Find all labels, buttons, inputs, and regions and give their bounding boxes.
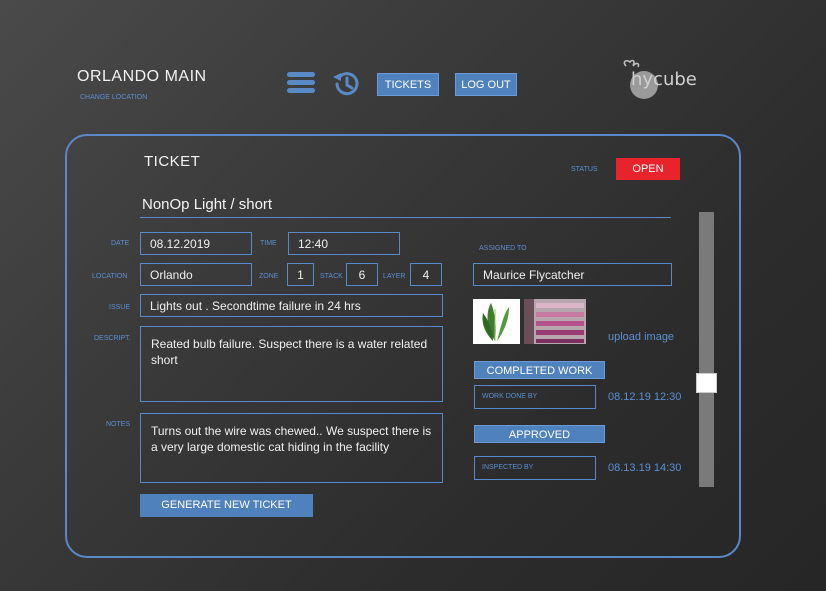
work-done-by-field[interactable]: WORK DONE BY bbox=[474, 385, 596, 409]
history-icon[interactable] bbox=[330, 68, 362, 100]
issue-field[interactable]: Lights out . Secondtime failure in 24 hr… bbox=[140, 294, 443, 317]
layer-field[interactable]: 4 bbox=[410, 263, 442, 286]
time-label: TIME bbox=[260, 240, 277, 247]
completed-work-button[interactable]: COMPLETED WORK bbox=[474, 361, 605, 379]
scrollbar-track[interactable] bbox=[699, 212, 714, 487]
date-field[interactable]: 08.12.2019 bbox=[140, 232, 252, 255]
status-badge[interactable]: OPEN bbox=[616, 158, 680, 180]
layer-label: LAYER bbox=[383, 273, 406, 280]
notes-label: NOTES bbox=[106, 421, 131, 428]
inspected-by-field[interactable]: INSPECTED BY bbox=[474, 456, 596, 480]
stack-field[interactable]: 6 bbox=[346, 263, 378, 286]
image-thumbnail-plant[interactable] bbox=[473, 299, 520, 344]
issue-label: ISSUE bbox=[109, 304, 131, 311]
ticket-heading: TICKET bbox=[144, 153, 201, 170]
logout-button[interactable]: LOG OUT bbox=[455, 73, 517, 96]
upload-image-link[interactable]: upload image bbox=[608, 331, 674, 343]
scrollbar-thumb[interactable] bbox=[696, 373, 717, 393]
description-field[interactable]: Reated bulb failure. Suspect there is a … bbox=[140, 326, 443, 402]
generate-ticket-button[interactable]: GENERATE NEW TICKET bbox=[140, 494, 313, 517]
change-location-link[interactable]: CHANGE LOCATION bbox=[80, 94, 147, 101]
location-title: ORLANDO MAIN bbox=[77, 68, 207, 85]
location-field[interactable]: Orlando bbox=[140, 263, 252, 286]
stack-label: STACK bbox=[320, 273, 343, 280]
notes-field[interactable]: Turns out the wire was chewed.. We suspe… bbox=[140, 413, 443, 483]
title-divider bbox=[140, 217, 671, 218]
assigned-to-label: ASSIGNED TO bbox=[479, 245, 527, 252]
tickets-button[interactable]: TICKETS bbox=[377, 73, 439, 96]
image-thumbnail-facility[interactable] bbox=[524, 299, 586, 344]
date-label: DATE bbox=[111, 240, 130, 247]
time-field[interactable]: 12:40 bbox=[288, 232, 400, 255]
menu-icon[interactable] bbox=[287, 72, 315, 96]
inspected-timestamp: 08.13.19 14:30 bbox=[608, 462, 682, 474]
ticket-title[interactable]: NonOp Light / short bbox=[142, 196, 272, 213]
approved-button[interactable]: APPROVED bbox=[474, 425, 605, 443]
zone-label: ZONE bbox=[259, 273, 279, 280]
status-label: STATUS bbox=[571, 166, 598, 173]
zone-field[interactable]: 1 bbox=[287, 263, 314, 286]
assigned-to-field[interactable]: Maurice Flycatcher bbox=[473, 263, 672, 286]
description-label: DESCRIPT. bbox=[94, 335, 131, 342]
location-label: LOCATION bbox=[92, 273, 128, 280]
logo-text: hycube bbox=[631, 69, 697, 90]
work-done-timestamp: 08.12.19 12:30 bbox=[608, 391, 682, 403]
